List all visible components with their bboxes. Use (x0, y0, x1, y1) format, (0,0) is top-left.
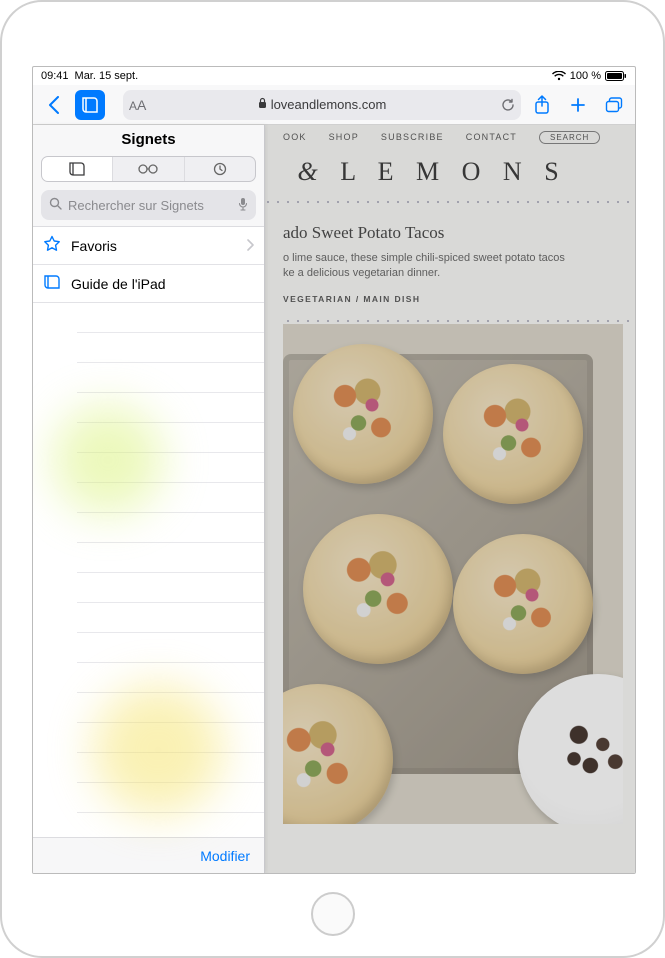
nav-item[interactable]: SUBSCRIBE (381, 132, 444, 142)
home-button[interactable] (311, 892, 355, 936)
empty-row (77, 453, 264, 483)
empty-row (77, 633, 264, 663)
edit-button[interactable]: Modifier (200, 848, 250, 864)
empty-row (77, 303, 264, 333)
reader-aa-button[interactable]: AA (129, 97, 146, 113)
star-outline-icon (43, 235, 61, 256)
site-search[interactable]: SEARCH (539, 131, 600, 144)
reload-button[interactable] (501, 98, 515, 112)
hero-image (283, 324, 623, 824)
ipad-device: 09:41 Mar. 15 sept. 100 % (0, 0, 665, 958)
search-placeholder: Rechercher sur Signets (68, 198, 232, 213)
book-icon (43, 274, 61, 293)
status-time: 09:41 (41, 70, 69, 82)
bookmarks-list: Favoris Guide de l'iPad (33, 226, 264, 837)
empty-row (77, 783, 264, 813)
divider-dots (283, 314, 635, 324)
status-bar: 09:41 Mar. 15 sept. 100 % (33, 67, 635, 85)
status-date: Mar. 15 sept. (75, 70, 139, 82)
wifi-icon (552, 71, 566, 81)
empty-row (77, 603, 264, 633)
list-item-guide-ipad[interactable]: Guide de l'iPad (33, 265, 264, 303)
empty-row (77, 483, 264, 513)
battery-text: 100 % (570, 70, 601, 82)
segment-history[interactable] (184, 157, 255, 181)
nav-item[interactable]: CONTACT (466, 132, 517, 142)
bookmarks-sidebar: Signets Rechercher su (33, 125, 265, 873)
nav-item[interactable]: OOK (283, 132, 307, 142)
address-bar[interactable]: AA loveandlemons.com (123, 90, 521, 120)
empty-row (77, 753, 264, 783)
list-item-label: Guide de l'iPad (71, 276, 166, 292)
content-area: OOK SHOP SUBSCRIBE CONTACT SEARCH & L E … (33, 125, 635, 873)
empty-row (77, 663, 264, 693)
sidebar-footer: Modifier (33, 837, 264, 873)
screen: 09:41 Mar. 15 sept. 100 % (32, 66, 636, 874)
sidebar-title: Signets (33, 125, 264, 156)
bookmarks-button[interactable] (75, 90, 105, 120)
safari-toolbar: AA loveandlemons.com (33, 85, 635, 125)
empty-row (77, 543, 264, 573)
chevron-right-icon (246, 238, 254, 254)
back-button[interactable] (39, 90, 69, 120)
nav-item[interactable]: SHOP (329, 132, 359, 142)
list-item-label: Favoris (71, 238, 117, 254)
lock-icon (258, 97, 267, 112)
empty-row (77, 573, 264, 603)
empty-row (77, 513, 264, 543)
new-tab-button[interactable] (563, 90, 593, 120)
search-icon (49, 197, 62, 213)
empty-row (77, 393, 264, 423)
url-text: loveandlemons.com (271, 97, 387, 112)
dictation-icon[interactable] (238, 197, 248, 214)
list-item-favoris[interactable]: Favoris (33, 227, 264, 265)
empty-row (77, 813, 264, 837)
segment-bookmarks[interactable] (42, 157, 112, 181)
sidebar-segmented-control (41, 156, 256, 182)
empty-row (77, 693, 264, 723)
battery-icon (605, 71, 627, 81)
empty-row (77, 723, 264, 753)
bookmarks-search[interactable]: Rechercher sur Signets (41, 190, 256, 220)
empty-row (77, 363, 264, 393)
share-button[interactable] (527, 90, 557, 120)
segment-reading-list[interactable] (112, 157, 183, 181)
empty-row (77, 333, 264, 363)
tabs-button[interactable] (599, 90, 629, 120)
empty-row (77, 423, 264, 453)
